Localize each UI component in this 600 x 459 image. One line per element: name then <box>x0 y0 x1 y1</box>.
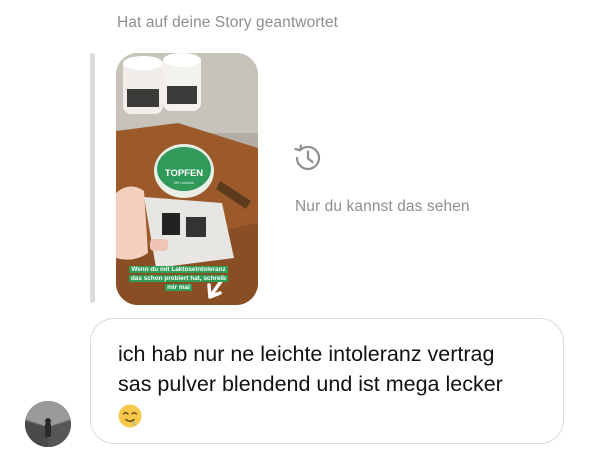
story-caption: Wenn du mit Laktoseintoleranz das schon … <box>128 266 229 291</box>
message-text: ich hab nur ne leichte intoleranz vertra… <box>118 339 558 429</box>
message-line-2: sas pulver blendend und ist mega lecker <box>118 372 503 396</box>
message-bubble[interactable]: ich hab nur ne leichte intoleranz vertra… <box>90 318 564 444</box>
drooling-face-icon <box>118 404 142 428</box>
privacy-note: Nur du kannst das sehen <box>295 198 470 215</box>
message-line-1: ich hab nur ne leichte intoleranz vertra… <box>118 342 495 366</box>
product-brand-label: TOPFEN <box>165 168 203 179</box>
story-preview[interactable]: TOPFEN Mit Laktose Wenn du mit Laktosein… <box>116 53 258 305</box>
avatar[interactable] <box>25 401 71 447</box>
reply-quote-bar <box>90 53 95 303</box>
history-icon <box>294 144 321 171</box>
product-subtext: Mit Laktose <box>174 180 195 185</box>
avatar-photo <box>25 401 71 447</box>
reply-header: Hat auf deine Story geantwortet <box>117 14 339 31</box>
